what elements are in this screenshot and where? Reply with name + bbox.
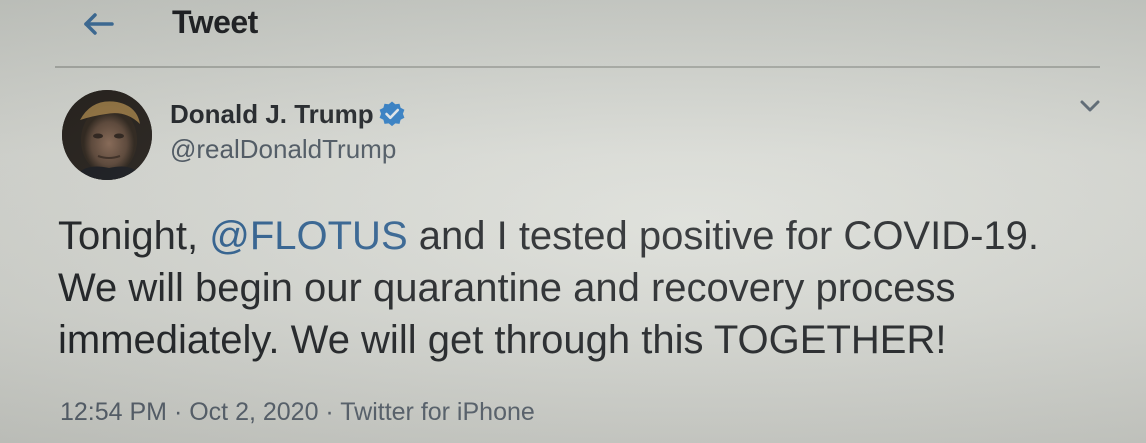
tweet-text-segment: Tonight,	[58, 214, 210, 258]
meta-separator: ·	[318, 398, 341, 426]
tweet-text: Tonight, @FLOTUS and I tested positive f…	[58, 210, 1118, 366]
tweet-metadata: 12:54 PM · Oct 2, 2020 · Twitter for iPh…	[60, 398, 535, 427]
tweet-text-segment: and I tested positive for COVID-19.	[407, 214, 1040, 258]
tweet-source[interactable]: Twitter for iPhone	[340, 398, 535, 426]
header-bar: Tweet	[0, 0, 1146, 62]
tweet-line-1: Tonight, @FLOTUS and I tested positive f…	[58, 210, 1118, 262]
page-title: Tweet	[172, 4, 258, 40]
meta-separator: ·	[167, 398, 190, 426]
chevron-down-icon[interactable]	[1076, 92, 1104, 120]
author-name-row: Donald J. Trump	[170, 96, 406, 132]
tweet-line-2: We will begin our quarantine and recover…	[58, 266, 956, 310]
arrow-left-icon[interactable]	[78, 6, 118, 42]
mention-link[interactable]: @FLOTUS	[209, 214, 407, 258]
verified-badge-icon	[379, 101, 405, 127]
tweet-date[interactable]: Oct 2, 2020	[189, 398, 318, 426]
avatar[interactable]	[62, 90, 152, 180]
tweet-line-3: immediately. We will get through this TO…	[58, 318, 947, 362]
tweet-time[interactable]: 12:54 PM	[60, 398, 167, 426]
profile-photo	[62, 90, 152, 180]
header-divider	[55, 66, 1100, 68]
author-display-name[interactable]: Donald J. Trump	[170, 99, 374, 130]
author-handle[interactable]: @realDonaldTrump	[170, 134, 396, 165]
tweet-screen: Tweet Donald J. Trump @realDonaldTrump T…	[0, 0, 1146, 443]
